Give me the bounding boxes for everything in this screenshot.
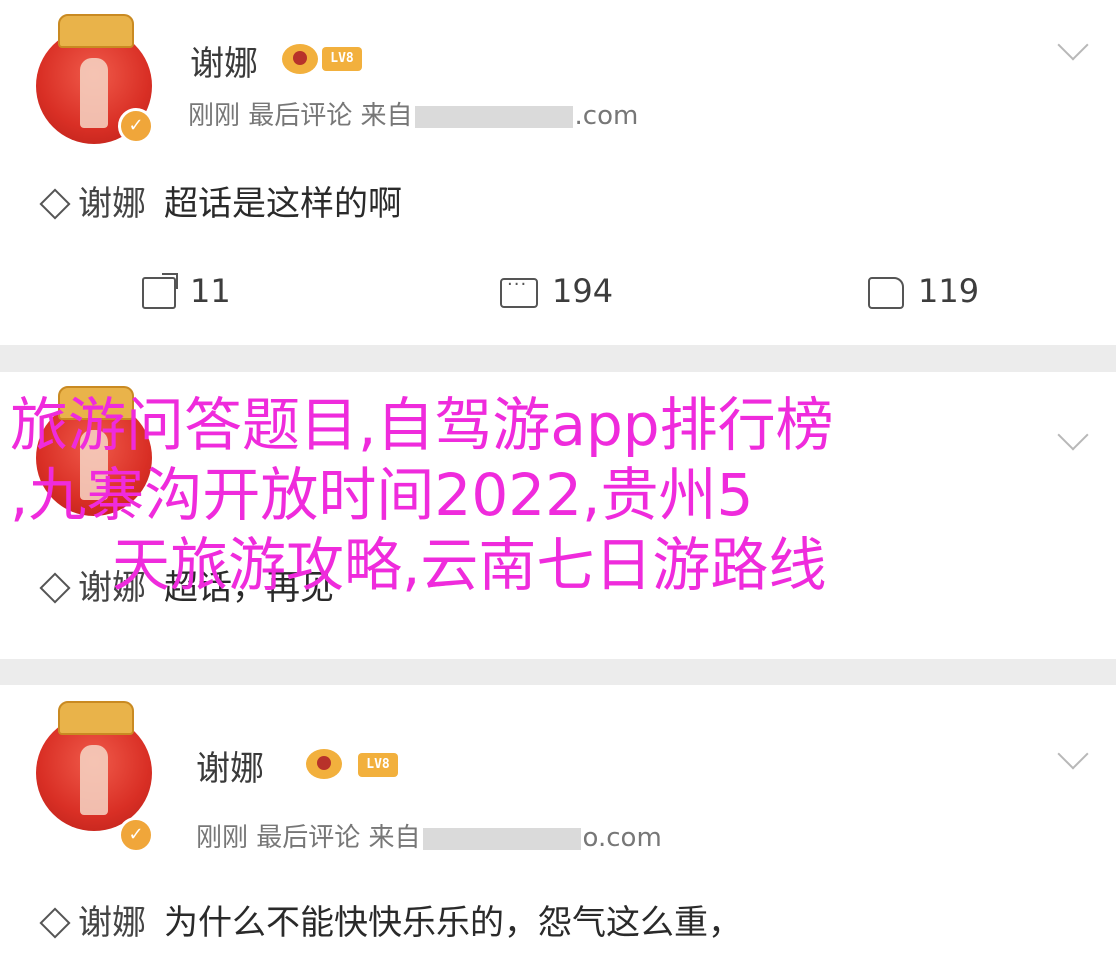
share-icon <box>142 273 178 309</box>
fan-medal-icon <box>306 749 342 779</box>
redacted-source <box>422 827 581 850</box>
fan-medal-icon <box>282 44 318 74</box>
overlay-title-line-2: ,九寨沟开放时间2022,贵州5 <box>10 461 754 529</box>
chevron-down-icon[interactable] <box>1057 738 1089 770</box>
crown-frame <box>58 701 134 735</box>
verified-icon: ✓ <box>118 108 154 144</box>
verified-icon: ✓ <box>118 817 154 853</box>
post-meta: 刚刚 最后评论 来自 o.com <box>196 817 662 854</box>
comment-icon <box>500 274 538 308</box>
redacted-source <box>414 105 573 128</box>
action-bar: 11 194 119 <box>0 272 1116 316</box>
share-count: 11 <box>190 272 231 310</box>
crown-frame <box>58 14 134 48</box>
thumbs-up-icon <box>868 277 904 309</box>
user-name[interactable]: 谢娜 <box>196 741 264 790</box>
supertopic-tag[interactable]: 谢娜 <box>78 184 146 224</box>
level-badge: LV8 <box>322 47 362 71</box>
post-card-3: ✓ 谢娜 LV8 刚刚 最后评论 来自 o.com 谢娜 为什么不能快快乐乐的，怨气… <box>0 685 1116 966</box>
like-count: 119 <box>918 272 980 310</box>
post-text: 超话是这样的啊 <box>164 184 402 224</box>
user-name[interactable]: 谢娜 <box>190 36 258 85</box>
level-badge: LV8 <box>358 753 398 777</box>
avatar-figure <box>80 745 108 815</box>
overlay-title-line-1: 旅游问答题目,自驾游app排行榜 <box>10 391 834 459</box>
comment-count: 194 <box>552 272 614 310</box>
overlay-title: 旅游问答题目,自驾游app排行榜 ,九寨沟开放时间2022,贵州5 天旅游攻略,… <box>0 390 1116 600</box>
meta-source-suffix: o.com <box>582 823 662 853</box>
comment-button[interactable]: 194 <box>500 272 613 310</box>
like-button[interactable]: 119 <box>868 272 979 310</box>
post-content: 谢娜 为什么不能快快乐乐的，怨气这么重， <box>38 895 742 944</box>
chevron-down-icon[interactable] <box>1057 29 1089 61</box>
meta-time-source: 刚刚 最后评论 来自 <box>196 823 421 853</box>
share-button[interactable]: 11 <box>142 272 231 310</box>
meta-source-suffix: .com <box>574 101 639 131</box>
supertopic-icon <box>39 187 71 220</box>
post-card-1: ✓ 谢娜 LV8 刚刚 最后评论 来自.com 谢娜超话是这样的啊 11 194… <box>0 0 1116 345</box>
overlay-title-line-3: 天旅游攻略,云南七日游路线 <box>112 531 827 599</box>
post-text: 为什么不能快快乐乐的，怨气这么重， <box>164 903 742 943</box>
post-meta: 刚刚 最后评论 来自 .com <box>188 95 638 132</box>
avatar-figure <box>80 58 108 128</box>
user-avatar[interactable] <box>36 701 152 831</box>
supertopic-icon <box>39 906 71 939</box>
post-content: 谢娜 超话是这样的啊 <box>38 176 402 225</box>
meta-time-source: 刚刚 最后评论 来自 <box>188 101 413 131</box>
supertopic-tag[interactable]: 谢娜 <box>78 903 146 943</box>
